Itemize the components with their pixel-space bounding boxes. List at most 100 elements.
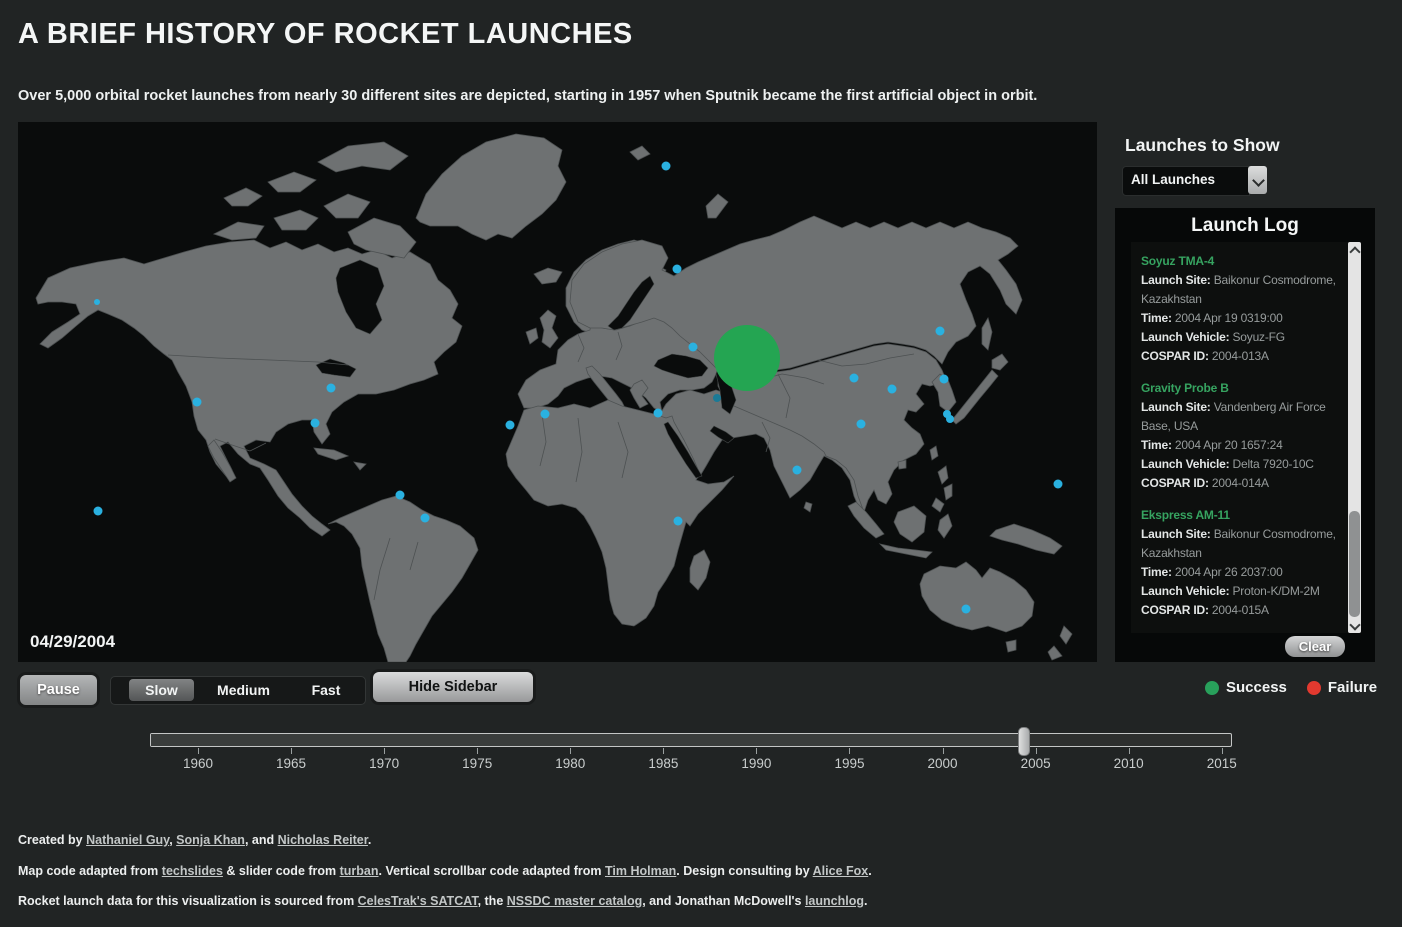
log-entry: Ekspress AM-11Launch Site: Baikonur Cosm… xyxy=(1141,506,1339,620)
scroll-down-icon[interactable] xyxy=(1348,619,1361,633)
tick-label: 1985 xyxy=(633,756,693,771)
scroll-up-icon[interactable] xyxy=(1348,242,1361,256)
log-field-value: Delta 7920-10C xyxy=(1233,457,1314,471)
speed-control: Slow Medium Fast xyxy=(110,676,366,705)
tick-label: 1970 xyxy=(354,756,414,771)
landmass-australia xyxy=(920,562,1034,632)
clear-button[interactable]: Clear xyxy=(1285,636,1345,657)
footer-link[interactable]: turban xyxy=(340,864,379,878)
footer-link[interactable]: launchlog xyxy=(805,894,864,908)
footer-link[interactable]: NSSDC master catalog xyxy=(507,894,642,908)
footer-text: & slider code from xyxy=(223,864,340,878)
landmass-arctic-island xyxy=(268,172,316,192)
landmass-novaya-zemlya xyxy=(706,194,728,218)
log-entry-vehicle: Launch Vehicle: Delta 7920-10C xyxy=(1141,455,1339,474)
tick-mark xyxy=(570,748,571,754)
launch-site-dot xyxy=(94,299,100,305)
log-entry-site: Launch Site: Vandenberg Air Force Base, … xyxy=(1141,398,1339,436)
launch-site-dot xyxy=(541,410,550,419)
legend-item-failure: Failure xyxy=(1307,679,1377,696)
log-entry-cospar: COSPAR ID: 2004-013A xyxy=(1141,347,1339,366)
launch-site-dot xyxy=(327,384,336,393)
launch-log-list[interactable]: Soyuz TMA-4Launch Site: Baikonur Cosmodr… xyxy=(1131,242,1361,633)
launch-log-title: Launch Log xyxy=(1115,215,1375,237)
tick-mark xyxy=(849,748,850,754)
landmass-iceland xyxy=(534,268,562,284)
speed-button-fast[interactable]: Fast xyxy=(291,679,361,701)
log-field-value: 2004-013A xyxy=(1212,349,1269,363)
launch-site-dot xyxy=(888,385,897,394)
select-value: All Launches xyxy=(1131,172,1215,187)
launch-event-circle xyxy=(714,325,780,391)
world-map[interactable]: 04/29/2004 xyxy=(18,122,1097,662)
footer-link[interactable]: Alice Fox xyxy=(813,864,869,878)
landmass-new-guinea xyxy=(990,524,1062,554)
log-field-label: Launch Vehicle: xyxy=(1141,584,1233,598)
log-scrollbar[interactable] xyxy=(1348,242,1361,633)
launch-site-dot xyxy=(793,466,802,475)
tick-label: 2005 xyxy=(1006,756,1066,771)
launch-site-dot xyxy=(1054,480,1063,489)
log-entry-vehicle: Launch Vehicle: Soyuz-FG xyxy=(1141,328,1339,347)
launch-site-dot xyxy=(421,514,430,523)
tick-label: 1960 xyxy=(168,756,228,771)
log-field-value: 2004 Apr 19 0319:00 xyxy=(1175,311,1283,325)
log-field-label: Launch Site: xyxy=(1141,400,1214,414)
legend-label: Failure xyxy=(1328,679,1377,696)
speed-button-medium[interactable]: Medium xyxy=(206,679,281,701)
log-field-label: Launch Site: xyxy=(1141,527,1214,541)
landmass-new-zealand xyxy=(1060,626,1072,644)
legend-item-success: Success xyxy=(1205,679,1287,696)
landmass-arctic-island xyxy=(324,194,370,218)
log-field-value: 2004 Apr 26 2037:00 xyxy=(1175,565,1283,579)
hide-sidebar-button[interactable]: Hide Sidebar xyxy=(373,672,533,702)
tick-mark xyxy=(756,748,757,754)
landmass-ireland xyxy=(526,328,538,344)
scrollbar-thumb[interactable] xyxy=(1349,511,1360,617)
launch-site-dot xyxy=(396,491,405,500)
log-entry-name: Ekspress AM-11 xyxy=(1141,506,1339,525)
log-entry-site: Launch Site: Baikonur Cosmodrome, Kazakh… xyxy=(1141,271,1339,309)
slider-fill xyxy=(151,734,1022,746)
footer-link[interactable]: CelesTrak's SATCAT xyxy=(358,894,478,908)
pause-button[interactable]: Pause xyxy=(20,675,97,705)
log-entries: Soyuz TMA-4Launch Site: Baikonur Cosmodr… xyxy=(1131,242,1353,633)
footer-link[interactable]: techslides xyxy=(162,864,223,878)
footer-line: Created by Nathaniel Guy, Sonja Khan, an… xyxy=(18,833,371,847)
log-entry-cospar: COSPAR ID: 2004-015A xyxy=(1141,601,1339,620)
landmass-java xyxy=(880,544,932,558)
footer-text: Created by xyxy=(18,833,86,847)
log-field-label: COSPAR ID: xyxy=(1141,349,1212,363)
speed-button-slow[interactable]: Slow xyxy=(129,679,194,701)
log-field-value: Proton-K/DM-2M xyxy=(1233,584,1320,598)
landmass-philippines xyxy=(944,484,952,500)
footer-text: , the xyxy=(478,894,507,908)
footer-text: Map code adapted from xyxy=(18,864,162,878)
landmass-greenland xyxy=(416,134,566,240)
landmass-arctic-island xyxy=(274,210,318,230)
landmass-taiwan xyxy=(930,446,938,460)
launch-site-dot xyxy=(506,421,515,430)
footer-link[interactable]: Tim Holman xyxy=(605,864,676,878)
footer-link[interactable]: Sonja Khan xyxy=(176,833,245,847)
legend: Success Failure xyxy=(1205,679,1377,696)
landmass-sulawesi xyxy=(938,514,952,538)
map-date: 04/29/2004 xyxy=(30,632,115,652)
log-entry-site: Launch Site: Baikonur Cosmodrome, Kazakh… xyxy=(1141,525,1339,563)
footer-link[interactable]: Nicholas Reiter xyxy=(278,833,368,847)
landmass-philippines xyxy=(938,466,948,484)
footer-link[interactable]: Nathaniel Guy xyxy=(86,833,169,847)
launch-site-dot xyxy=(311,419,320,428)
chevron-down-icon[interactable] xyxy=(1248,166,1267,194)
landmass-ellesmere xyxy=(318,142,408,172)
tick-mark xyxy=(291,748,292,754)
log-field-label: Time: xyxy=(1141,438,1175,452)
page: A BRIEF HISTORY OF ROCKET LAUNCHES Over … xyxy=(0,0,1402,927)
log-field-label: Time: xyxy=(1141,565,1175,579)
launch-filter-select[interactable]: All Launches xyxy=(1122,166,1267,194)
tick-mark xyxy=(663,748,664,754)
slider-handle[interactable] xyxy=(1018,727,1030,756)
log-field-label: Launch Site: xyxy=(1141,273,1214,287)
footer-line: Map code adapted from techslides & slide… xyxy=(18,864,872,878)
tick-mark xyxy=(384,748,385,754)
